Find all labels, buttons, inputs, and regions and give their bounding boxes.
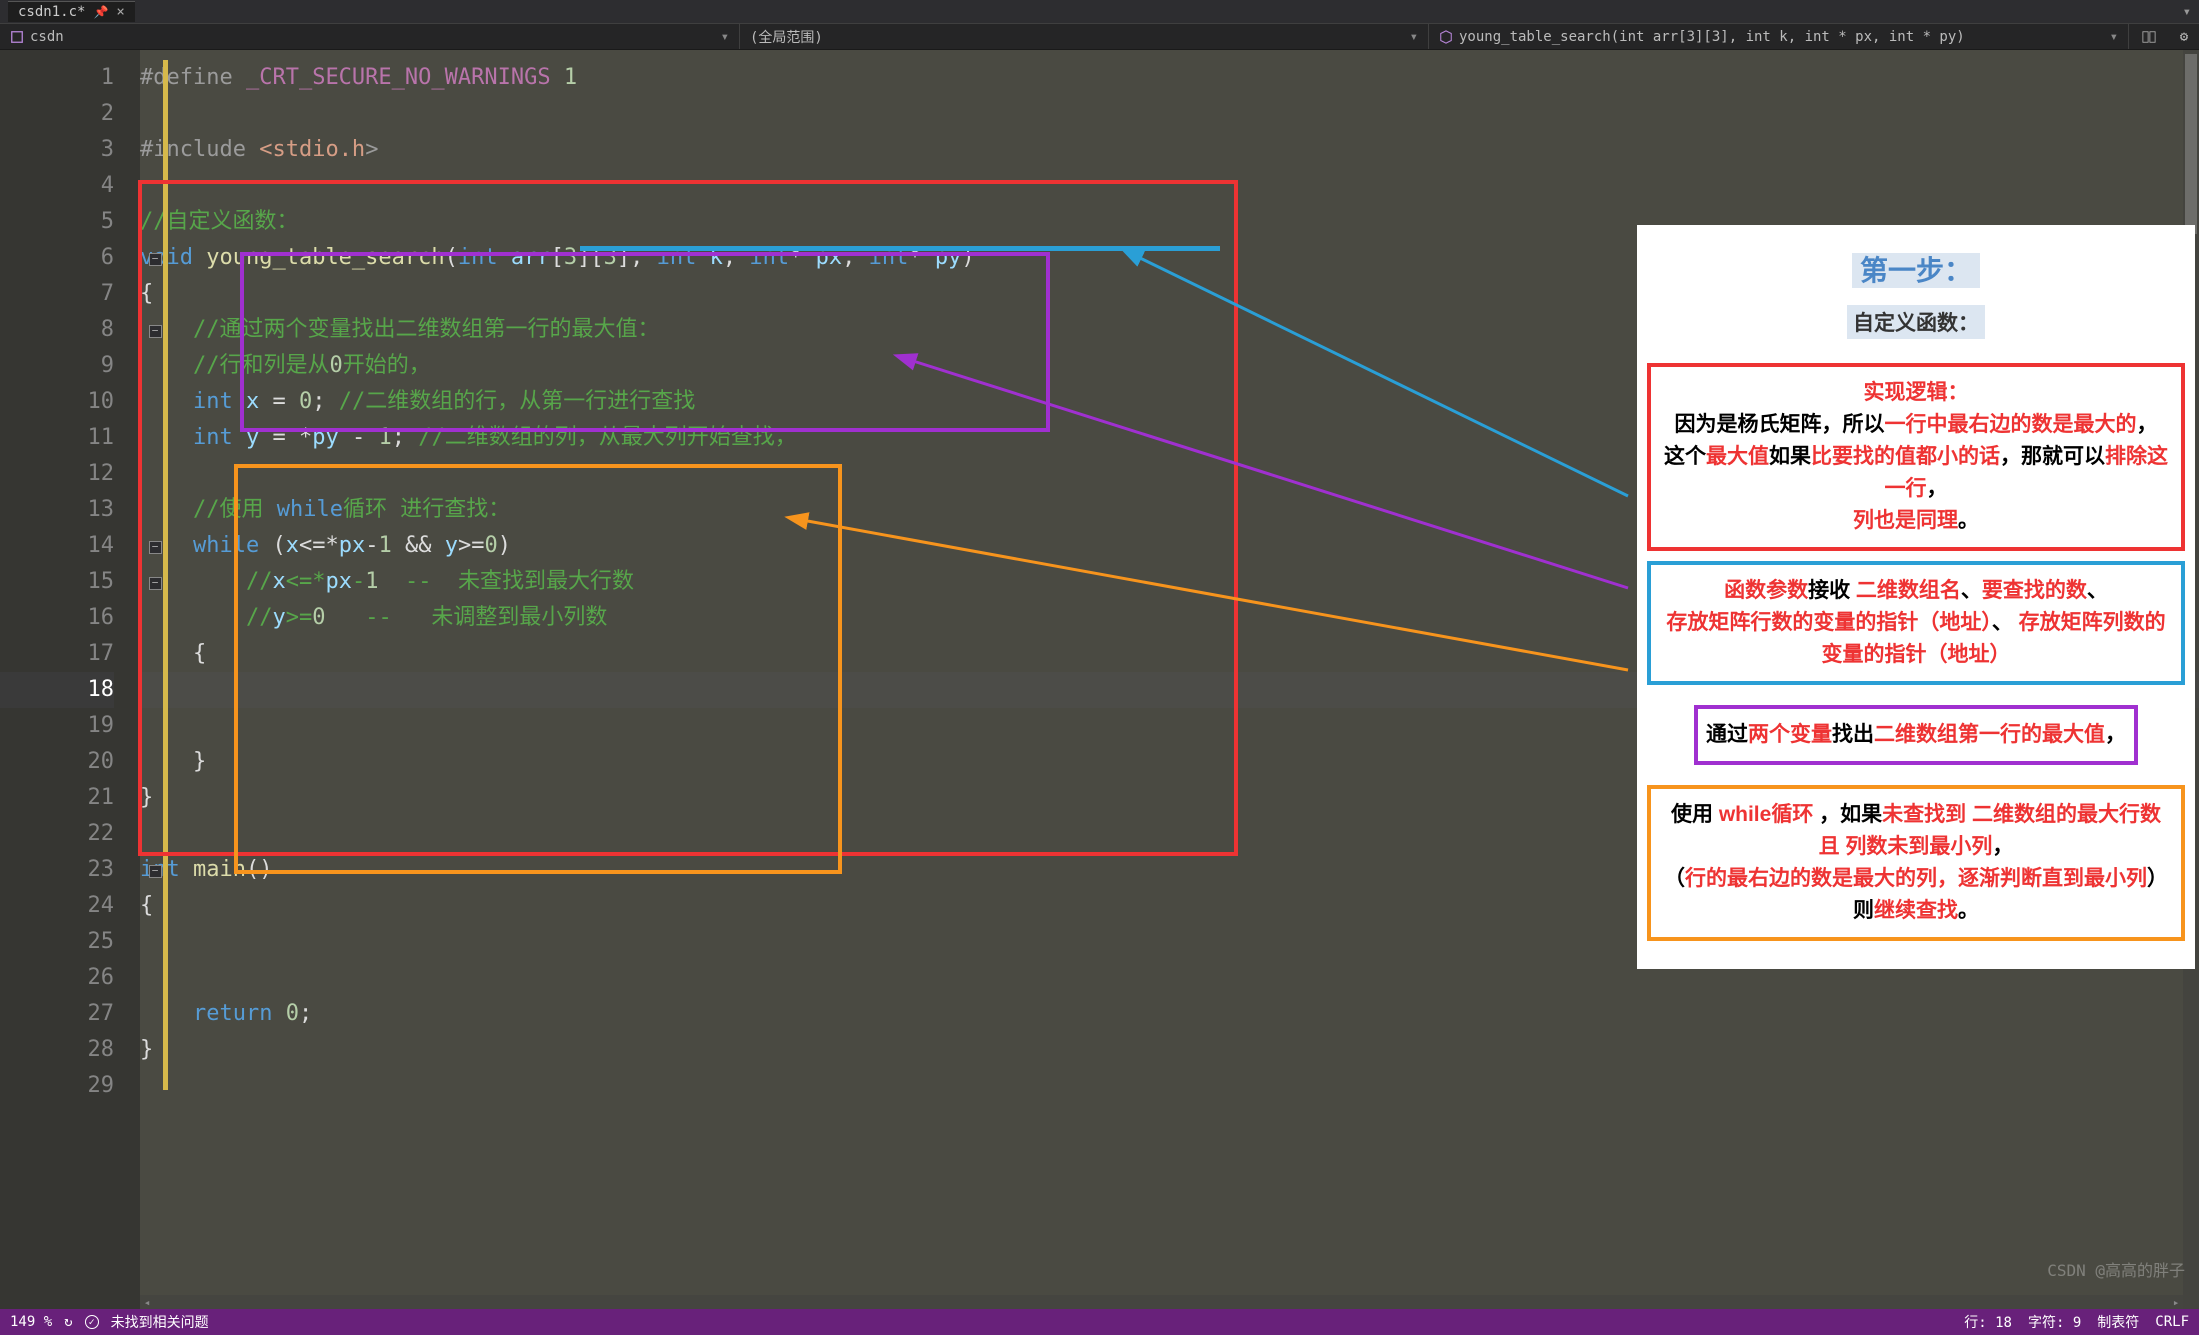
cube-icon xyxy=(1439,30,1453,44)
annotation-panel: 第一步： 自定义函数： 实现逻辑： 因为是杨氏矩阵，所以一行中最右边的数是最大的… xyxy=(1637,225,2195,969)
annotation-box-purple xyxy=(240,252,1050,432)
scroll-left-icon[interactable]: ◂ xyxy=(140,1296,154,1309)
nav-bar: csdn ▾ (全局范围) ▾ young_table_search(int a… xyxy=(0,24,2199,50)
panel-box-red: 实现逻辑： 因为是杨氏矩阵，所以一行中最右边的数是最大的， 这个最大值如果比要找… xyxy=(1647,363,2185,551)
nav-project[interactable]: csdn ▾ xyxy=(0,24,740,49)
check-icon: ✓ xyxy=(85,1315,99,1329)
tab-bar: csdn1.c* 📌 × ▾ xyxy=(0,0,2199,24)
scrollbar-thumb[interactable] xyxy=(2185,54,2197,234)
file-tab[interactable]: csdn1.c* 📌 × xyxy=(8,1,135,22)
sync-icon[interactable]: ↻ xyxy=(64,1314,72,1330)
nav-project-label: csdn xyxy=(30,29,64,45)
gear-icon[interactable]: ⚙ xyxy=(2169,24,2199,49)
status-column[interactable]: 字符: 9 xyxy=(2028,1312,2081,1332)
scroll-right-icon[interactable]: ▸ xyxy=(2169,1296,2183,1309)
panel-subtitle: 自定义函数： xyxy=(1847,305,1985,339)
pin-icon[interactable]: 📌 xyxy=(93,5,108,19)
chevron-down-icon[interactable]: ▾ xyxy=(2183,4,2191,20)
nav-scope[interactable]: (全局范围) ▾ xyxy=(740,24,1429,49)
chevron-down-icon[interactable]: ▾ xyxy=(2110,29,2118,45)
chevron-down-icon[interactable]: ▾ xyxy=(1410,29,1418,45)
horizontal-scrollbar[interactable]: ◂ ▸ xyxy=(140,1295,2183,1309)
panel-title: 第一步： xyxy=(1643,249,2189,289)
status-crlf[interactable]: CRLF xyxy=(2155,1314,2189,1330)
panel-box-purple: 通过两个变量找出二维数组第一行的最大值， xyxy=(1694,705,2138,765)
tab-filename: csdn1.c* xyxy=(18,4,85,20)
close-icon[interactable]: × xyxy=(116,4,124,20)
annotation-underline-cyan xyxy=(580,246,1220,251)
panel-box-orange: 使用 while循环 ，如果未查找到 二维数组的最大行数 且 列数未到最小列， … xyxy=(1647,785,2185,941)
line-number-gutter: 1234567891011121314151617181920212223242… xyxy=(0,50,140,1309)
zoom-level[interactable]: 149 % xyxy=(10,1314,52,1330)
annotation-box-orange xyxy=(234,464,842,874)
split-icon[interactable] xyxy=(2129,24,2169,49)
panel-box-cyan: 函数参数接收 二维数组名、要查找的数、 存放矩阵行数的变量的指针（地址）、 存放… xyxy=(1647,561,2185,685)
nav-symbol[interactable]: young_table_search(int arr[3][3], int k,… xyxy=(1429,24,2129,49)
bracket-icon xyxy=(10,30,24,44)
status-tabs[interactable]: 制表符 xyxy=(2097,1312,2139,1332)
watermark: CSDN @高高的胖子 xyxy=(2047,1257,2185,1281)
status-line[interactable]: 行: 18 xyxy=(1964,1312,2012,1332)
status-no-issues[interactable]: 未找到相关问题 xyxy=(111,1312,209,1332)
editor[interactable]: 1234567891011121314151617181920212223242… xyxy=(0,50,2199,1309)
nav-scope-label: (全局范围) xyxy=(750,27,823,47)
nav-symbol-label: young_table_search(int arr[3][3], int k,… xyxy=(1459,29,1965,45)
chevron-down-icon[interactable]: ▾ xyxy=(721,29,729,45)
status-bar: 149 % ↻ ✓ 未找到相关问题 行: 18 字符: 9 制表符 CRLF xyxy=(0,1309,2199,1335)
